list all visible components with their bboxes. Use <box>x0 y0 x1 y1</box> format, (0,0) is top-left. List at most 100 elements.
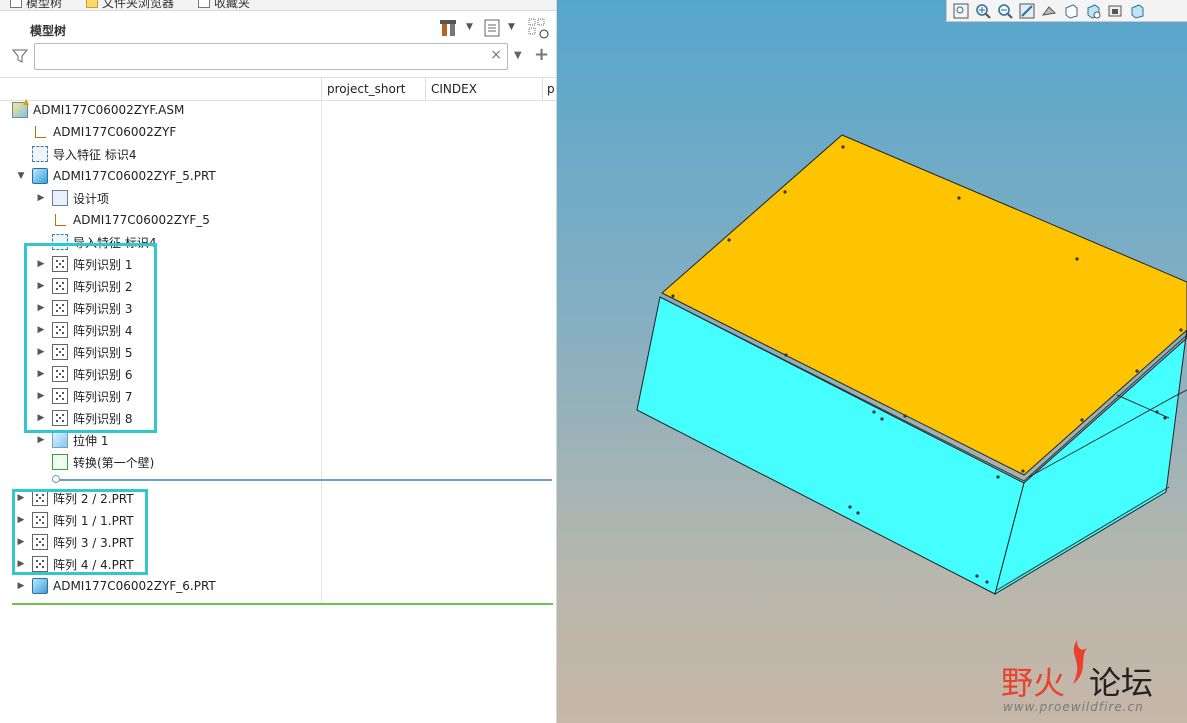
tab-label: 文件夹浏览器 <box>102 0 175 10</box>
tree-root[interactable]: ▲ ADMI177C06002ZYF.ASM <box>12 97 185 121</box>
import-feature-icon <box>32 146 48 162</box>
pattern-icon <box>32 556 48 572</box>
filter-icon[interactable] <box>12 48 28 64</box>
tools-dropdown-icon[interactable]: ▼ <box>466 22 473 32</box>
clear-icon[interactable]: × <box>490 47 502 63</box>
expand-icon[interactable]: ▶ <box>36 413 46 423</box>
tree-item-pattern[interactable]: ▶ 阵列识别 7 <box>36 385 132 407</box>
tree-item-csys-5[interactable]: ADMI177C06002ZYF_5 <box>52 209 210 231</box>
expand-icon[interactable]: ▶ <box>16 493 26 503</box>
tree-item-label: 阵列识别 2 <box>73 279 133 294</box>
add-column-icon[interactable]: + <box>534 44 549 65</box>
tree-item-pattern[interactable]: ▶ 阵列识别 6 <box>36 363 132 385</box>
column-p[interactable]: p <box>547 82 555 96</box>
column-project-short[interactable]: project_short <box>327 82 406 96</box>
column-divider[interactable] <box>542 78 543 100</box>
collapse-icon[interactable]: ▼ <box>16 171 26 181</box>
insert-handle[interactable] <box>52 475 60 483</box>
assembly-icon: ▲ <box>12 97 29 118</box>
extrude-icon <box>52 432 68 448</box>
expand-icon[interactable]: ▶ <box>36 435 46 445</box>
tree-item-label: 导入特征 标识4 <box>73 235 157 250</box>
expand-icon[interactable]: ▶ <box>36 391 46 401</box>
tree-item-label: ADMI177C06002ZYF_5.PRT <box>53 169 216 183</box>
tree-item-pattern[interactable]: ▶ 阵列识别 2 <box>36 275 132 297</box>
expand-icon[interactable]: ▶ <box>16 559 26 569</box>
expand-icon[interactable]: ▶ <box>36 347 46 357</box>
expand-icon[interactable]: ▶ <box>16 581 26 591</box>
tree-item-label: 设计项 <box>73 191 110 206</box>
coordinate-system-icon <box>52 212 68 228</box>
graphics-viewport[interactable]: 野火 论坛 www.proewildfire.cn <box>557 0 1187 723</box>
datum-display-icon[interactable] <box>1129 3 1145 19</box>
insert-here-line[interactable] <box>56 479 552 481</box>
tree-item-label: 转换(第一个壁) <box>73 455 155 470</box>
expand-icon[interactable]: ▶ <box>36 325 46 335</box>
zoom-in-icon[interactable] <box>975 3 991 19</box>
expand-icon[interactable]: ▶ <box>36 303 46 313</box>
column-divider[interactable] <box>321 78 322 100</box>
tree-item-label: ADMI177C06002ZYF <box>53 125 177 139</box>
tree-item-label: 阵列识别 7 <box>73 389 133 404</box>
expand-icon[interactable]: ▶ <box>36 193 46 203</box>
view-manager-icon[interactable] <box>1085 3 1101 19</box>
repaint-icon[interactable] <box>1019 3 1035 19</box>
part-icon <box>32 578 48 594</box>
display-style-icon[interactable] <box>1041 3 1057 19</box>
tree-item-convert[interactable]: 转换(第一个壁) <box>52 451 154 473</box>
folder-icon <box>86 0 98 8</box>
search-input[interactable] <box>41 44 485 70</box>
sheetmetal-box-model[interactable] <box>557 0 1187 723</box>
tab-favorites[interactable]: 收藏夹 <box>198 0 250 10</box>
tree-item-pattern[interactable]: ▶ 阵列识别 1 <box>36 253 132 275</box>
search-dropdown-icon[interactable]: ▼ <box>514 50 522 61</box>
search-field[interactable]: × <box>34 43 508 70</box>
saved-orientations-icon[interactable] <box>1063 3 1079 19</box>
tree-item-part-6[interactable]: ▶ ADMI177C06002ZYF_6.PRT <box>16 575 216 597</box>
tree-item-pattern[interactable]: ▶ 阵列识别 8 <box>36 407 132 429</box>
show-icon[interactable] <box>528 18 550 40</box>
expand-icon[interactable]: ▶ <box>16 537 26 547</box>
tree-item-design[interactable]: ▶ 设计项 <box>36 187 109 209</box>
tree-item-import-2[interactable]: 导入特征 标识4 <box>52 231 156 253</box>
tree-icon <box>10 0 22 8</box>
pattern-icon <box>52 322 68 338</box>
tree-item-pattern[interactable]: ▶ 阵列识别 4 <box>36 319 132 341</box>
tree-item-import[interactable]: 导入特征 标识4 <box>32 143 136 165</box>
column-divider[interactable] <box>425 78 426 100</box>
tree-item-asm-pattern[interactable]: ▶ 阵列 4 / 4.PRT <box>16 553 134 575</box>
tab-model-tree[interactable]: 模型树 <box>10 0 62 10</box>
tree-item-label: 阵列识别 1 <box>73 257 133 272</box>
zoom-out-icon[interactable] <box>997 3 1013 19</box>
tree-item-label: 阵列 1 / 1.PRT <box>53 513 134 528</box>
tree-item-pattern[interactable]: ▶ 阵列识别 3 <box>36 297 132 319</box>
expand-icon[interactable]: ▶ <box>36 259 46 269</box>
pattern-icon <box>52 366 68 382</box>
expand-icon[interactable]: ▶ <box>36 281 46 291</box>
tree-item-pattern[interactable]: ▶ 阵列识别 5 <box>36 341 132 363</box>
column-cindex[interactable]: CINDEX <box>431 82 477 96</box>
coordinate-system-icon <box>32 124 48 140</box>
tab-folder-browser[interactable]: 文件夹浏览器 <box>86 0 174 10</box>
tree-item-label: 阵列识别 5 <box>73 345 133 360</box>
perspective-icon[interactable] <box>1107 3 1123 19</box>
tools-icon[interactable] <box>440 18 458 38</box>
pattern-icon <box>52 256 68 272</box>
tree-item-label: ADMI177C06002ZYF.ASM <box>33 103 185 117</box>
grid-line <box>321 100 322 605</box>
settings-dropdown-icon[interactable]: ▼ <box>508 22 515 32</box>
tree-item-extrude[interactable]: ▶ 拉伸 1 <box>36 429 108 451</box>
zoom-fit-icon[interactable] <box>953 3 969 19</box>
tree-item-asm-pattern[interactable]: ▶ 阵列 2 / 2.PRT <box>16 487 134 509</box>
pattern-icon <box>52 300 68 316</box>
tree-item-asm-pattern[interactable]: ▶ 阵列 1 / 1.PRT <box>16 509 134 531</box>
expand-icon[interactable]: ▶ <box>36 369 46 379</box>
column-header: project_short CINDEX p <box>0 77 556 101</box>
tree-item-asm-pattern[interactable]: ▶ 阵列 3 / 3.PRT <box>16 531 134 553</box>
settings-icon[interactable] <box>484 18 500 38</box>
tree-item-csys[interactable]: ADMI177C06002ZYF <box>32 121 176 143</box>
tree-item-part-5[interactable]: ▼ ADMI177C06002ZYF_5.PRT <box>16 165 216 187</box>
tree-item-label: 阵列识别 4 <box>73 323 133 338</box>
expand-icon[interactable]: ▶ <box>16 515 26 525</box>
tree-item-label: 导入特征 标识4 <box>53 147 137 162</box>
